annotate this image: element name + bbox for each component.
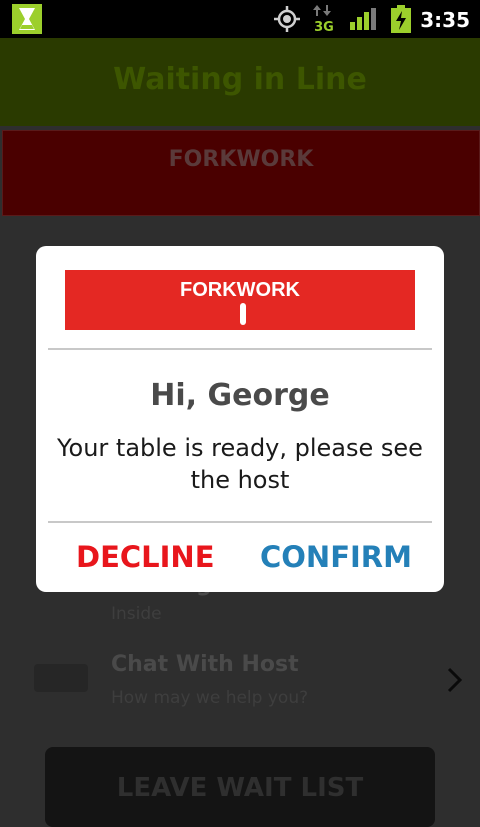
- chat-title: Chat With Host: [111, 652, 299, 677]
- brand-logo: FORKWORK: [168, 147, 314, 172]
- dialog-logo-banner: FORKWORK: [65, 270, 415, 330]
- leave-wait-list-label: LEAVE WAIT LIST: [116, 773, 364, 803]
- chevron-right-icon: [447, 667, 463, 693]
- page-title: Waiting in Line: [113, 62, 367, 97]
- brand-banner: FORKWORK: [2, 130, 480, 216]
- leave-wait-list-button[interactable]: LEAVE WAIT LIST: [45, 747, 435, 827]
- status-row-sub: Inside: [111, 604, 162, 624]
- confirm-button[interactable]: CONFIRM: [260, 540, 412, 574]
- table-ready-dialog: FORKWORK Hi, George Your table is ready,…: [36, 246, 444, 592]
- chat-subtitle: How may we help you?: [111, 688, 309, 708]
- dialog-bottom-divider: [48, 521, 432, 523]
- fork-icon: [240, 303, 246, 325]
- hourglass-app-icon: [12, 4, 42, 34]
- dialog-greeting: Hi, George: [150, 378, 330, 413]
- app-header: Waiting in Line: [0, 38, 480, 126]
- signal-strength-icon: [350, 8, 376, 30]
- gps-icon: [274, 6, 300, 32]
- chat-icon: [34, 664, 88, 692]
- status-bar: 3G 3:35: [0, 0, 480, 38]
- dialog-message: Your table is ready, please see the host: [57, 434, 423, 494]
- dialog-top-divider: [48, 348, 432, 350]
- battery-charging-icon: [391, 5, 411, 33]
- network-type-label: 3G: [314, 20, 334, 33]
- dialog-logo-text: FORKWORK: [180, 279, 300, 301]
- 3g-network-icon: 3G: [313, 5, 334, 33]
- status-clock: 3:35: [420, 8, 470, 32]
- decline-button[interactable]: DECLINE: [76, 540, 215, 574]
